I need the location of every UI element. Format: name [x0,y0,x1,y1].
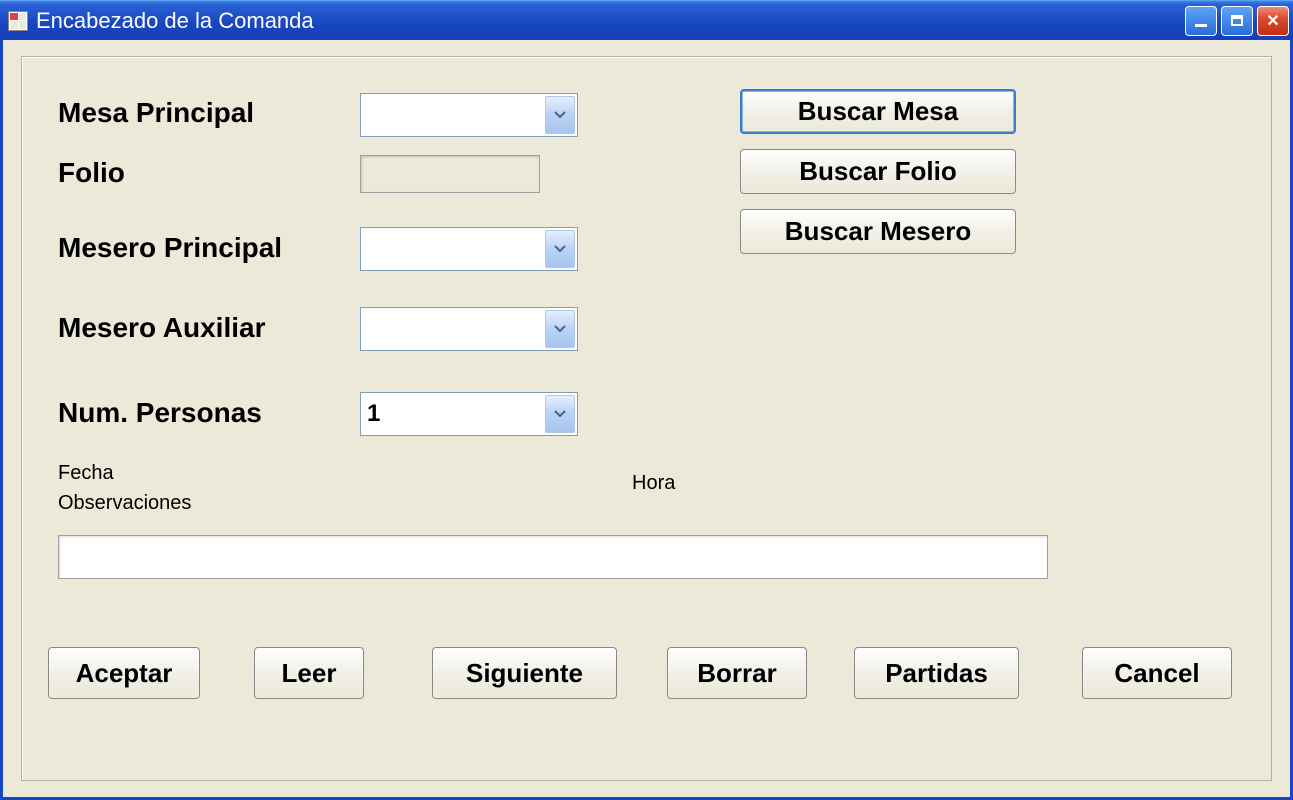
num-personas-value: 1 [367,400,380,428]
aceptar-label: Aceptar [76,658,173,689]
chevron-down-icon [545,310,575,348]
mesero-auxiliar-select[interactable] [360,307,578,351]
form-panel: Mesa Principal Buscar Mesa Folio Buscar … [21,56,1272,781]
leer-button[interactable]: Leer [254,647,364,699]
label-mesero-auxiliar: Mesero Auxiliar [58,312,265,344]
app-icon [8,11,28,31]
chevron-down-icon [545,96,575,134]
chevron-down-icon [545,395,575,433]
label-num-personas: Num. Personas [58,397,262,429]
num-personas-select[interactable]: 1 [360,392,578,436]
buscar-mesero-label: Buscar Mesero [785,216,971,247]
label-hora: Hora [632,472,675,495]
client-area: Mesa Principal Buscar Mesa Folio Buscar … [0,40,1293,800]
siguiente-button[interactable]: Siguiente [432,647,617,699]
leer-label: Leer [282,658,337,689]
cancel-label: Cancel [1114,658,1199,689]
buscar-mesa-label: Buscar Mesa [798,96,958,127]
label-mesa-principal: Mesa Principal [58,97,254,129]
observaciones-input[interactable] [58,535,1048,579]
chevron-down-icon [545,230,575,268]
partidas-button[interactable]: Partidas [854,647,1019,699]
maximize-button[interactable] [1221,6,1253,36]
titlebar-left: Encabezado de la Comanda [8,8,314,34]
aceptar-button[interactable]: Aceptar [48,647,200,699]
label-fecha: Fecha [58,462,114,485]
borrar-button[interactable]: Borrar [667,647,807,699]
buscar-mesa-button[interactable]: Buscar Mesa [740,89,1016,134]
minimize-button[interactable] [1185,6,1217,36]
borrar-label: Borrar [697,658,776,689]
cancel-button[interactable]: Cancel [1082,647,1232,699]
siguiente-label: Siguiente [466,658,583,689]
window: Encabezado de la Comanda ✕ Mesa Principa… [0,0,1293,800]
buscar-mesero-button[interactable]: Buscar Mesero [740,209,1016,254]
folio-input[interactable] [360,155,540,193]
buscar-folio-button[interactable]: Buscar Folio [740,149,1016,194]
titlebar-controls: ✕ [1185,6,1289,36]
window-title: Encabezado de la Comanda [36,8,314,34]
mesa-principal-select[interactable] [360,93,578,137]
label-observaciones: Observaciones [58,492,191,515]
buscar-folio-label: Buscar Folio [799,156,956,187]
close-button[interactable]: ✕ [1257,6,1289,36]
label-folio: Folio [58,157,125,189]
mesero-principal-select[interactable] [360,227,578,271]
titlebar: Encabezado de la Comanda ✕ [0,0,1293,40]
partidas-label: Partidas [885,658,988,689]
label-mesero-principal: Mesero Principal [58,232,282,264]
